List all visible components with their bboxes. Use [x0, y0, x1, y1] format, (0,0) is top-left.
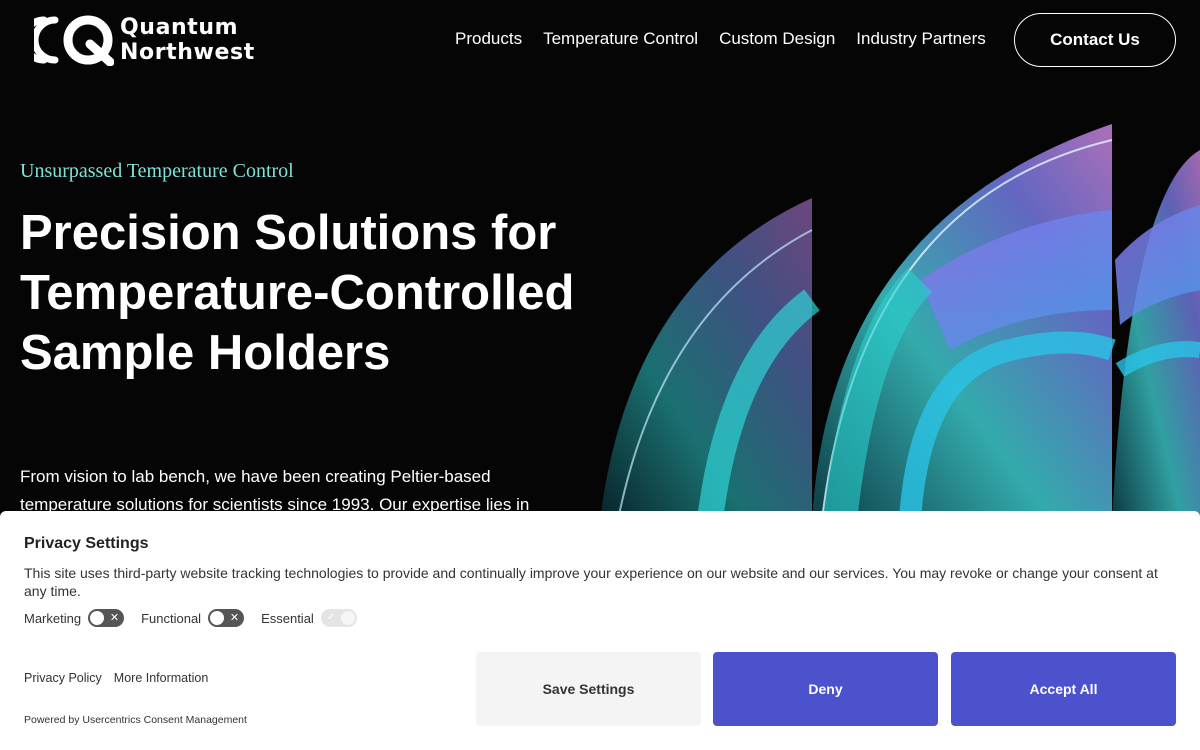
- consent-toggles: Marketing ✕ Functional ✕ Essential ✓: [24, 609, 374, 627]
- main-nav: Products Temperature Control Custom Desi…: [455, 29, 1007, 49]
- accept-all-button[interactable]: Accept All: [951, 652, 1176, 726]
- hero-eyebrow: Unsurpassed Temperature Control: [20, 160, 294, 182]
- contact-us-button[interactable]: Contact Us: [1014, 13, 1176, 67]
- hero-title: Precision Solutions for Temperature-Cont…: [20, 206, 575, 380]
- deny-button[interactable]: Deny: [713, 652, 938, 726]
- privacy-policy-link[interactable]: Privacy Policy: [24, 671, 102, 685]
- site-header: Quantum Northwest Products Temperature C…: [0, 0, 1200, 80]
- functional-toggle-label: Functional: [141, 610, 202, 626]
- privacy-title: Privacy Settings: [24, 535, 149, 552]
- toggle-knob: [210, 611, 225, 625]
- nav-products[interactable]: Products: [455, 29, 522, 49]
- essential-toggle-label: Essential: [261, 610, 314, 626]
- functional-toggle[interactable]: ✕: [208, 609, 245, 627]
- quantum-northwest-logo-icon: [34, 15, 114, 66]
- toggle-knob: [90, 611, 105, 625]
- privacy-banner: Privacy Settings This site uses third-pa…: [0, 511, 1200, 750]
- logo[interactable]: Quantum Northwest: [34, 14, 255, 66]
- save-settings-button[interactable]: Save Settings: [476, 652, 701, 726]
- privacy-description: This site uses third-party website track…: [24, 565, 1158, 599]
- logo-text: Quantum Northwest: [120, 15, 255, 65]
- close-icon: ✕: [229, 612, 240, 624]
- nav-industry-partners[interactable]: Industry Partners: [856, 29, 985, 49]
- more-information-link[interactable]: More Information: [114, 671, 208, 685]
- marketing-toggle-label: Marketing: [24, 610, 82, 626]
- nav-temperature-control[interactable]: Temperature Control: [543, 29, 698, 49]
- logo-line-1: Quantum: [120, 15, 239, 40]
- nav-custom-design[interactable]: Custom Design: [719, 29, 835, 49]
- art-slice-right: [1112, 150, 1200, 520]
- close-icon: ✕: [109, 612, 120, 624]
- toggle-knob: [340, 611, 355, 625]
- privacy-links: Privacy Policy More Information: [24, 671, 220, 685]
- logo-line-2: Northwest: [120, 40, 255, 65]
- check-icon: ✓: [326, 612, 336, 623]
- essential-toggle: ✓: [320, 609, 357, 627]
- hero-artwork: [600, 124, 1200, 520]
- marketing-toggle[interactable]: ✕: [88, 609, 125, 627]
- powered-by-text[interactable]: Powered by Usercentrics Consent Manageme…: [24, 714, 247, 726]
